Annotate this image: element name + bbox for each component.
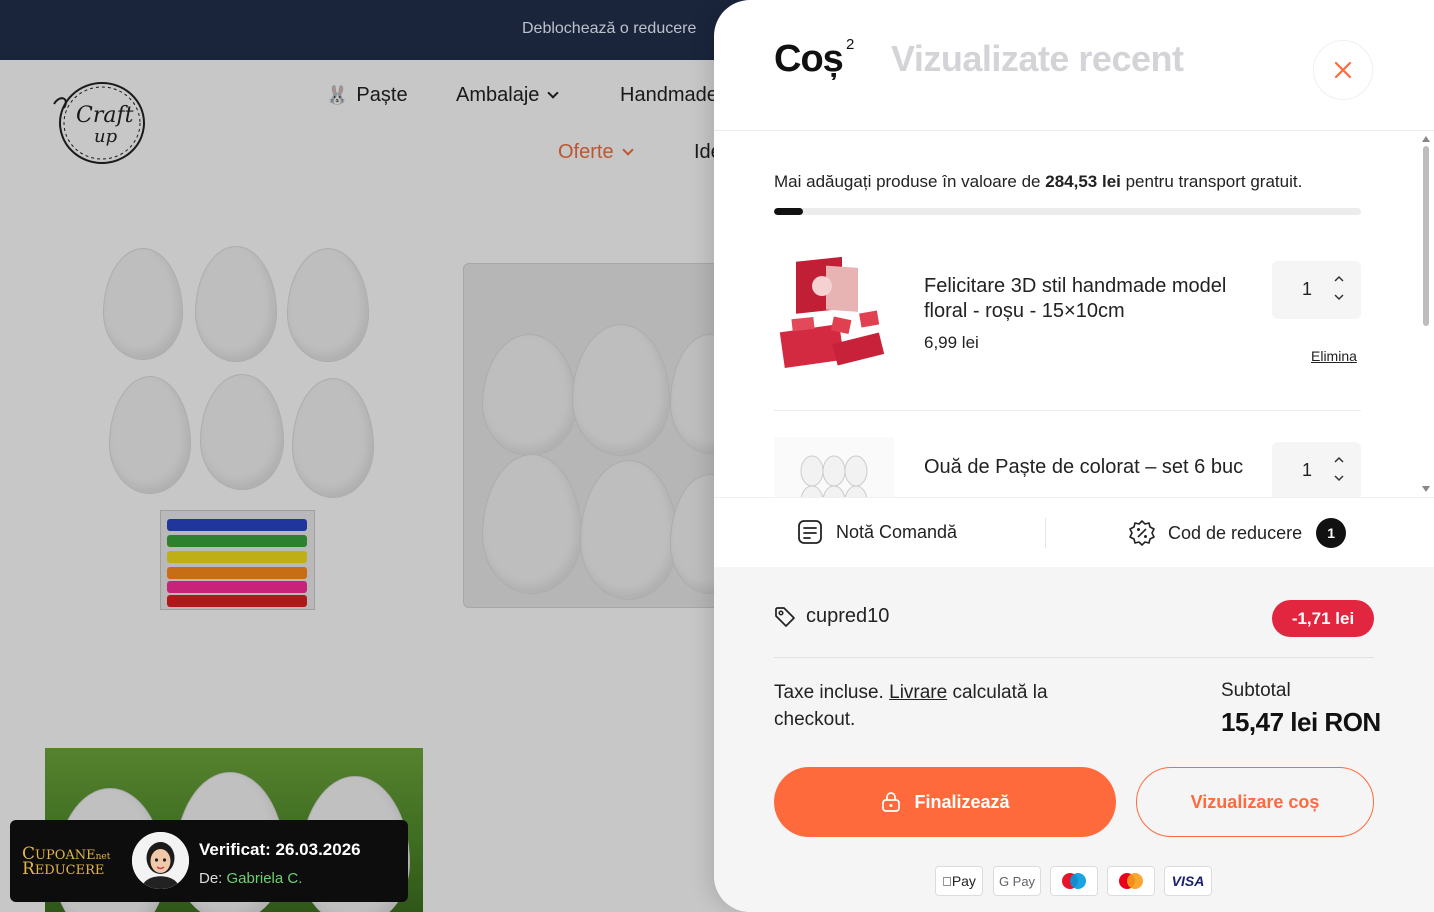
actions-divider (1045, 518, 1046, 548)
visa-icon: VISA (1164, 866, 1212, 896)
quantity-stepper[interactable]: 1 (1272, 442, 1361, 497)
subtotal-label: Subtotal (1221, 680, 1291, 701)
coupon-code: cupred10 (806, 605, 890, 627)
item-thumbnail[interactable] (774, 256, 894, 376)
google-pay-icon: G Pay (993, 866, 1041, 896)
chevron-up-icon[interactable] (1332, 273, 1346, 285)
coupons-brand-logo: CUPOANEnet REDUCERE (22, 844, 111, 879)
verified-by: De: Gabriela C. (199, 870, 303, 887)
mastercard-icon (1107, 866, 1155, 896)
avatar (132, 832, 189, 889)
verification-badge: CUPOANEnet REDUCERE Verificat: 26.03.202… (10, 820, 408, 902)
scrollbar-thumb[interactable] (1423, 146, 1429, 326)
tab-recently-viewed[interactable]: Vizualizate recent (891, 38, 1184, 80)
item-title[interactable]: Ouă de Paște de colorat – set 6 buc (924, 455, 1264, 480)
progress-fill (774, 208, 804, 215)
cart-item: Felicitare 3D stil handmade model floral… (774, 256, 1361, 406)
scroll-down-arrow[interactable] (1422, 486, 1430, 492)
item-title[interactable]: Felicitare 3D stil handmade model floral… (924, 274, 1264, 324)
tag-icon (775, 606, 795, 627)
cart-summary: cupred10 -1,71 lei Taxe incluse. Livrare… (714, 567, 1434, 912)
tax-note: Taxe incluse. Livrare calculată la check… (774, 682, 1048, 730)
tab-cart[interactable]: Coș (774, 38, 844, 81)
verified-date: Verificat: 26.03.2026 (199, 840, 361, 859)
remove-item-link[interactable]: Elimina (1311, 348, 1357, 364)
chevron-down-icon[interactable] (1332, 472, 1346, 484)
chevron-down-icon[interactable] (1332, 291, 1346, 303)
cart-count: 2 (846, 36, 855, 53)
cart-actions-row: Notă Comandă Cod de reducere 1 (714, 497, 1434, 567)
quantity-value[interactable]: 1 (1302, 279, 1312, 300)
shipping-link[interactable]: Livrare (889, 682, 947, 703)
close-icon (1334, 61, 1352, 79)
discount-code-button[interactable]: Cod de reducere 1 (1128, 518, 1347, 548)
coupon-discount-badge: -1,71 lei (1272, 600, 1374, 637)
order-note-button[interactable]: Notă Comandă (796, 518, 957, 546)
note-icon (798, 520, 822, 544)
cart-items-scroll[interactable]: Mai adăugați produse în valoare de 284,5… (714, 131, 1434, 497)
scroll-up-arrow[interactable] (1422, 136, 1430, 142)
view-cart-button[interactable]: Vizualizare coș (1136, 767, 1374, 837)
applied-coupon: cupred10 (774, 605, 889, 628)
checkout-button[interactable]: Finalizează (774, 767, 1116, 837)
quantity-value[interactable]: 1 (1302, 460, 1312, 481)
discount-badge-icon (1129, 520, 1155, 546)
discount-count-badge: 1 (1316, 518, 1347, 548)
summary-divider (774, 657, 1374, 658)
free-shipping-progress (774, 208, 1361, 215)
apple-pay-icon: Pay (935, 866, 983, 896)
maestro-icon (1050, 866, 1098, 896)
item-price: 6,99 lei (924, 333, 979, 352)
item-thumbnail[interactable] (774, 437, 894, 497)
lock-icon (882, 792, 901, 812)
cart-drawer: Coș 2 Vizualizate recent Mai adăugați pr… (714, 0, 1434, 912)
scrollbar[interactable] (1420, 136, 1430, 492)
subtotal-value: 15,47 lei RON (1221, 707, 1381, 737)
cart-item: Ouă de Paște de colorat – set 6 buc 1 (774, 437, 1361, 497)
close-button[interactable] (1313, 40, 1373, 100)
quantity-stepper[interactable]: 1 (1272, 261, 1361, 319)
item-divider (774, 410, 1361, 411)
chevron-up-icon[interactable] (1332, 454, 1346, 466)
free-shipping-message: Mai adăugați produse în valoare de 284,5… (774, 172, 1303, 191)
